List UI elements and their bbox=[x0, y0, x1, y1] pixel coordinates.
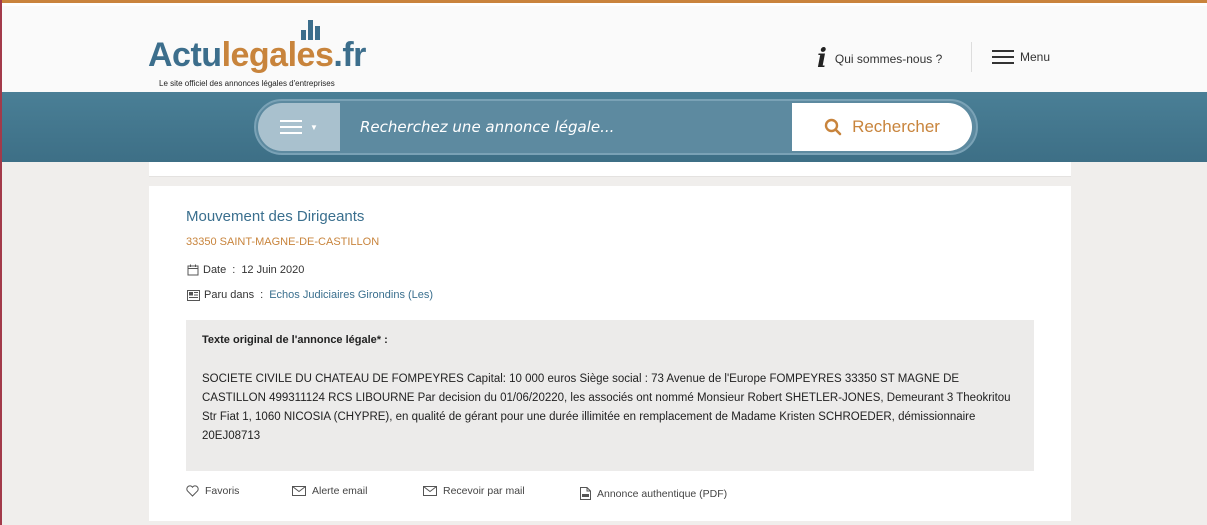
favorites-button[interactable]: Favoris bbox=[186, 485, 239, 497]
email-alert-label: Alerte email bbox=[312, 485, 368, 497]
envelope-icon bbox=[423, 486, 437, 496]
published-label: Paru dans bbox=[204, 289, 255, 301]
newspaper-icon bbox=[187, 289, 200, 301]
email-alert-button[interactable]: Alerte email bbox=[292, 485, 367, 497]
receive-mail-label: Recevoir par mail bbox=[443, 485, 525, 497]
info-icon: i bbox=[817, 44, 827, 74]
notice-text-box: Texte original de l'annonce légale* : SO… bbox=[186, 320, 1034, 471]
site-header: Actulegales.fr Le site officiel des anno… bbox=[2, 3, 1207, 92]
notice-publication: Paru dans : Echos Judiciaires Girondins … bbox=[187, 289, 433, 301]
notice-date: Date : 12 Juin 2020 bbox=[187, 264, 304, 276]
published-value-link[interactable]: Echos Judiciaires Girondins (Les) bbox=[269, 289, 433, 301]
pdf-download-button[interactable]: Annonce authentique (PDF) bbox=[580, 487, 727, 500]
receive-mail-button[interactable]: Recevoir par mail bbox=[423, 485, 525, 497]
menu-label: Menu bbox=[1020, 50, 1051, 64]
favorites-label: Favoris bbox=[205, 485, 240, 497]
logo-wordmark: Actulegales.fr bbox=[148, 36, 366, 74]
header-divider bbox=[971, 42, 972, 72]
search-bar: ▼ Rechercher bbox=[254, 99, 978, 155]
search-button-label: Rechercher bbox=[852, 117, 940, 136]
pdf-file-icon bbox=[580, 487, 591, 500]
notice-card: Mouvement des Dirigeants 33350 SAINT-MAG… bbox=[149, 186, 1071, 521]
category-menu-button[interactable]: ▼ bbox=[258, 103, 340, 151]
heart-icon bbox=[186, 485, 199, 497]
notice-title[interactable]: Mouvement des Dirigeants bbox=[186, 208, 364, 225]
about-label: Qui sommes-nous ? bbox=[834, 52, 943, 66]
calendar-icon bbox=[187, 264, 199, 276]
hamburger-icon bbox=[280, 120, 303, 134]
pdf-label: Annonce authentique (PDF) bbox=[597, 487, 728, 500]
notice-text-body: SOCIETE CIVILE DU CHATEAU DE FOMPEYRES C… bbox=[202, 373, 1011, 442]
date-label: Date bbox=[203, 264, 227, 276]
envelope-icon bbox=[292, 486, 306, 496]
hamburger-icon bbox=[992, 50, 1014, 64]
search-button[interactable]: Rechercher bbox=[792, 103, 972, 151]
notice-actions: Favoris Alerte email Recevoir par mail A… bbox=[186, 485, 1034, 503]
logo-tagline: Le site officiel des annonces légales d'… bbox=[159, 79, 335, 88]
caret-down-icon: ▼ bbox=[310, 122, 318, 132]
search-input[interactable] bbox=[342, 103, 788, 151]
about-link[interactable]: i Qui sommes-nous ? bbox=[817, 46, 942, 72]
date-value: 12 Juin 2020 bbox=[241, 264, 305, 276]
previous-card-edge bbox=[149, 162, 1071, 177]
search-icon bbox=[824, 118, 842, 136]
menu-button[interactable]: Menu bbox=[992, 50, 1050, 64]
notice-location: 33350 SAINT-MAGNE-DE-CASTILLON bbox=[186, 236, 380, 248]
search-band: ▼ Rechercher bbox=[2, 92, 1207, 162]
site-logo[interactable]: Actulegales.fr Le site officiel des anno… bbox=[148, 20, 388, 90]
notice-text-title: Texte original de l'annonce légale* : bbox=[202, 334, 388, 346]
